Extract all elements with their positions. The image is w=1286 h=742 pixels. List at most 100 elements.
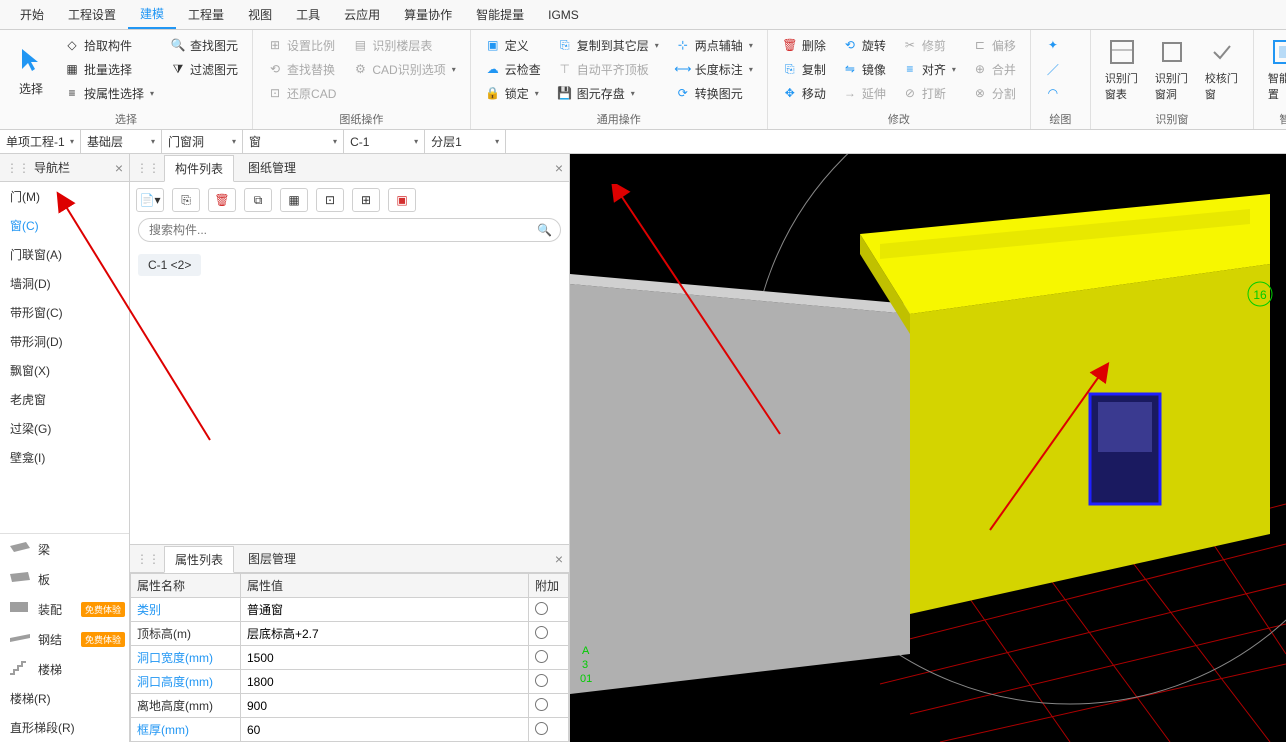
layer-selector[interactable]: 分层1▾ [425,130,506,153]
property-extra[interactable] [529,670,569,694]
type-selector[interactable]: 窗▾ [243,130,344,153]
save-element-button[interactable]: 💾图元存盘▾ [553,82,663,104]
menu-modeling[interactable]: 建模 [128,0,176,29]
drag-handle-icon[interactable]: ⋮⋮ [136,552,160,566]
nav-item-ribbon-hole[interactable]: 带形洞(D) [0,327,129,356]
arc-button[interactable]: ◠ [1041,82,1065,104]
align-button[interactable]: ≡对齐▾ [898,58,960,80]
point-button[interactable]: ✦ [1041,34,1065,56]
verify-opening-button[interactable]: 校核门窗 [1197,34,1247,106]
property-value-cell[interactable] [241,694,529,718]
offset-button[interactable]: ⊏偏移 [968,34,1020,56]
break-button[interactable]: ⊘打断 [898,82,960,104]
project-selector[interactable]: 单项工程-1▾ [0,130,81,153]
batch-select-button[interactable]: ▦批量选择 [60,58,158,80]
property-extra[interactable] [529,694,569,718]
two-point-axis-button[interactable]: ⊹两点辅轴▾ [671,34,757,56]
property-value-input[interactable] [247,626,522,640]
property-value-input[interactable] [247,651,522,665]
delete2-button[interactable]: 🗑 [208,188,236,212]
menu-cloud[interactable]: 云应用 [332,0,392,29]
cloud-check-button[interactable]: ☁云检查 [481,58,545,80]
cad-options-button[interactable]: ⚙CAD识别选项▾ [348,58,459,80]
menu-smart-qty[interactable]: 智能提量 [464,0,536,29]
tool7-button[interactable]: ▣ [388,188,416,212]
nav-cat-stair[interactable]: 楼梯 [0,654,129,684]
nav-item-straight-flight[interactable]: 直形梯段(R) [0,713,129,742]
drag-handle-icon[interactable]: ⋮⋮ [136,161,160,175]
nav-item-door[interactable]: 门(M) [0,182,129,211]
pick-component-button[interactable]: ◇拾取构件 [60,34,158,56]
property-name[interactable]: 洞口高度(mm) [131,670,241,694]
filter-element-button[interactable]: ⧩过滤图元 [166,58,242,80]
extra-radio[interactable] [535,722,548,735]
extra-radio[interactable] [535,650,548,663]
mirror-button[interactable]: ⇋镜像 [838,58,890,80]
layer-button[interactable]: ▦ [280,188,308,212]
nav-cat-beam[interactable]: 梁 [0,534,129,564]
duplicate-button[interactable]: ⧉ [244,188,272,212]
viewport-3d[interactable]: 16 A 3 01 [570,154,1286,742]
menu-tools[interactable]: 工具 [284,0,332,29]
auto-align-button[interactable]: ⊤自动平齐顶板 [553,58,663,80]
nav-item-wall-hole[interactable]: 墙洞(D) [0,269,129,298]
component-chip[interactable]: C-1 <2> [138,254,201,276]
floor-selector[interactable]: 基础层▾ [81,130,162,153]
merge-button[interactable]: ⊕合并 [968,58,1020,80]
select-by-property-button[interactable]: ≡按属性选择▾ [60,82,158,104]
extra-radio[interactable] [535,674,548,687]
property-extra[interactable] [529,646,569,670]
select-button[interactable]: 选择 [6,34,56,106]
extra-radio[interactable] [535,698,548,711]
extend-button[interactable]: →延伸 [838,82,890,104]
menu-view[interactable]: 视图 [236,0,284,29]
menu-quantity[interactable]: 工程量 [176,0,236,29]
tool5-button[interactable]: ⊡ [316,188,344,212]
property-value-input[interactable] [247,602,522,616]
menu-collaborate[interactable]: 算量协作 [392,0,464,29]
lock-button[interactable]: 🔒锁定▾ [481,82,545,104]
nav-item-dormer[interactable]: 老虎窗 [0,385,129,414]
search-box[interactable]: 🔍 [138,218,561,242]
trim-button[interactable]: ✂修剪 [898,34,960,56]
category-selector[interactable]: 门窗洞▾ [162,130,243,153]
property-value-cell[interactable] [241,718,529,742]
search-input[interactable] [149,223,532,237]
copy2-button[interactable]: ⎘ [172,188,200,212]
nav-item-stair-r[interactable]: 楼梯(R) [0,684,129,713]
property-extra[interactable] [529,598,569,622]
property-value-cell[interactable] [241,646,529,670]
property-value-input[interactable] [247,675,522,689]
search-icon[interactable]: 🔍 [537,223,552,237]
property-name[interactable]: 框厚(mm) [131,718,241,742]
nav-item-window[interactable]: 窗(C) [0,211,129,240]
close-icon[interactable]: × [115,160,123,176]
property-value-cell[interactable] [241,622,529,646]
tool6-button[interactable]: ⊞ [352,188,380,212]
rotate-button[interactable]: ⟲旋转 [838,34,890,56]
property-value-input[interactable] [247,723,522,737]
extra-radio[interactable] [535,626,548,639]
close-icon[interactable]: × [555,551,563,567]
identify-opening-button[interactable]: 识别门窗洞 [1147,34,1197,106]
tab-component-list[interactable]: 构件列表 [164,155,234,182]
nav-item-niche[interactable]: 壁龛(I) [0,443,129,472]
copy-button[interactable]: ⎘复制 [778,58,830,80]
identify-floor-table-button[interactable]: ▤识别楼层表 [348,34,459,56]
close-icon[interactable]: × [555,160,563,176]
property-name[interactable]: 类别 [131,598,241,622]
line-button[interactable]: ／ [1041,58,1065,80]
nav-cat-slab[interactable]: 板 [0,564,129,594]
nav-cat-assembly[interactable]: 装配免费体验 [0,594,129,624]
code-selector[interactable]: C-1▾ [344,130,425,153]
define-button[interactable]: ▣定义 [481,34,545,56]
tab-properties[interactable]: 属性列表 [164,546,234,573]
split-button[interactable]: ⊗分割 [968,82,1020,104]
menu-igms[interactable]: IGMS [536,0,591,29]
delete-button[interactable]: 🗑删除 [778,34,830,56]
identify-table-button[interactable]: 识别门窗表 [1097,34,1147,106]
convert-element-button[interactable]: ⟳转换图元 [671,82,757,104]
find-replace-button[interactable]: ⟲查找替换 [263,58,340,80]
property-extra[interactable] [529,622,569,646]
extra-radio[interactable] [535,602,548,615]
